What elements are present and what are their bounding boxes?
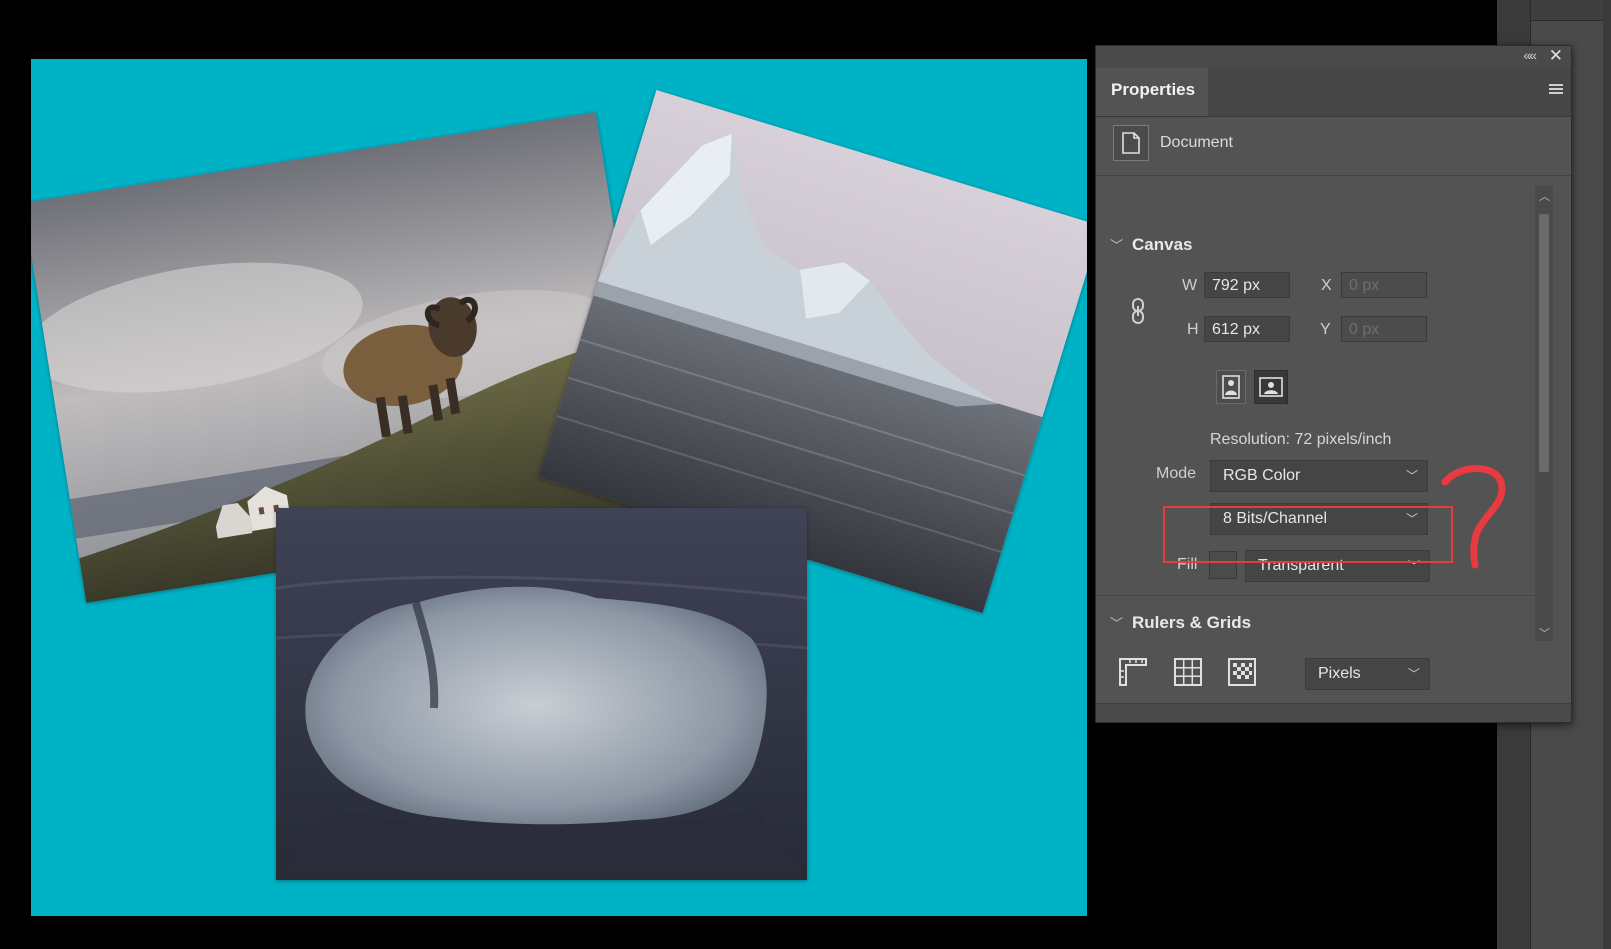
scrollbar-thumb[interactable]: [1539, 214, 1549, 472]
section-canvas-title: Canvas: [1132, 235, 1193, 254]
chevron-down-icon: ﹀: [1405, 469, 1418, 483]
panel-tab-row: Properties: [1096, 68, 1571, 117]
fill-label: Fill: [1177, 556, 1198, 573]
color-mode-select[interactable]: RGB Color ﹀: [1210, 460, 1428, 492]
panel-resize-bar[interactable]: [1096, 703, 1571, 722]
height-label: H: [1187, 321, 1199, 338]
color-mode-value: RGB Color: [1223, 467, 1301, 484]
fill-color-swatch[interactable]: [1209, 551, 1237, 579]
section-rulers-header[interactable]: ﹀ Rulers & Grids: [1110, 613, 1251, 633]
ruler-units-select[interactable]: Pixels ﹀: [1305, 658, 1430, 690]
section-divider: [1096, 595, 1551, 596]
y-field: 0 px: [1341, 316, 1427, 342]
chevron-down-icon: ﹀: [1405, 512, 1418, 526]
section-rulers-title: Rulers & Grids: [1132, 613, 1252, 632]
guides-icon[interactable]: [1225, 655, 1259, 689]
ruler-units-value: Pixels: [1318, 665, 1361, 682]
bit-depth-select[interactable]: 8 Bits/Channel ﹀: [1210, 503, 1428, 535]
properties-scroll-area: ﹀ Canvas W 792 px X 0 px H 612 px Y 0 px: [1096, 176, 1571, 696]
width-field[interactable]: 792 px: [1204, 272, 1290, 298]
height-field[interactable]: 612 px: [1204, 316, 1290, 342]
width-label: W: [1182, 277, 1198, 294]
close-panel-icon[interactable]: ✕: [1549, 46, 1563, 66]
chevron-down-icon: ﹀: [1110, 616, 1124, 631]
ruler-icon[interactable]: [1116, 655, 1150, 689]
landscape-button[interactable]: [1254, 370, 1288, 404]
panel-title-bar[interactable]: «« ✕: [1096, 46, 1571, 68]
link-icon[interactable]: [1129, 296, 1147, 326]
portrait-button[interactable]: [1216, 370, 1246, 404]
y-label: Y: [1320, 321, 1331, 338]
document-icon: [1113, 125, 1149, 161]
fill-value: Transparent: [1258, 557, 1344, 574]
fill-select[interactable]: Transparent ﹀: [1245, 550, 1430, 582]
chevron-down-icon: ﹀: [1407, 559, 1420, 573]
bit-depth-value: 8 Bits/Channel: [1223, 510, 1328, 527]
properties-panel: «« ✕ Properties Document ﹀ Canvas W 792 p…: [1095, 45, 1572, 723]
scroll-up-icon[interactable]: ︿: [1539, 188, 1550, 204]
dock-header[interactable]: [1531, 0, 1603, 21]
scroll-down-icon[interactable]: ﹀: [1539, 625, 1550, 641]
photo-ice-chunk[interactable]: [276, 508, 807, 880]
document-canvas[interactable]: [31, 59, 1087, 916]
chevron-down-icon: ﹀: [1407, 667, 1420, 681]
portrait-icon: [1222, 375, 1240, 399]
document-row: Document: [1096, 117, 1571, 176]
panel-menu-icon[interactable]: [1549, 84, 1563, 94]
resolution-text: Resolution: 72 pixels/inch: [1210, 431, 1392, 448]
x-field: 0 px: [1341, 272, 1427, 298]
mode-label: Mode: [1156, 465, 1197, 482]
grid-icon[interactable]: [1171, 655, 1205, 689]
tab-properties[interactable]: Properties: [1096, 68, 1208, 116]
document-label: Document: [1160, 134, 1233, 151]
chevron-down-icon: ﹀: [1110, 238, 1124, 253]
x-label: X: [1321, 277, 1332, 294]
section-canvas-header[interactable]: ﹀ Canvas: [1110, 235, 1192, 255]
panel-scrollbar[interactable]: ︿ ﹀: [1535, 186, 1553, 641]
collapse-panel-icon[interactable]: ««: [1523, 47, 1537, 63]
landscape-icon: [1259, 377, 1283, 397]
